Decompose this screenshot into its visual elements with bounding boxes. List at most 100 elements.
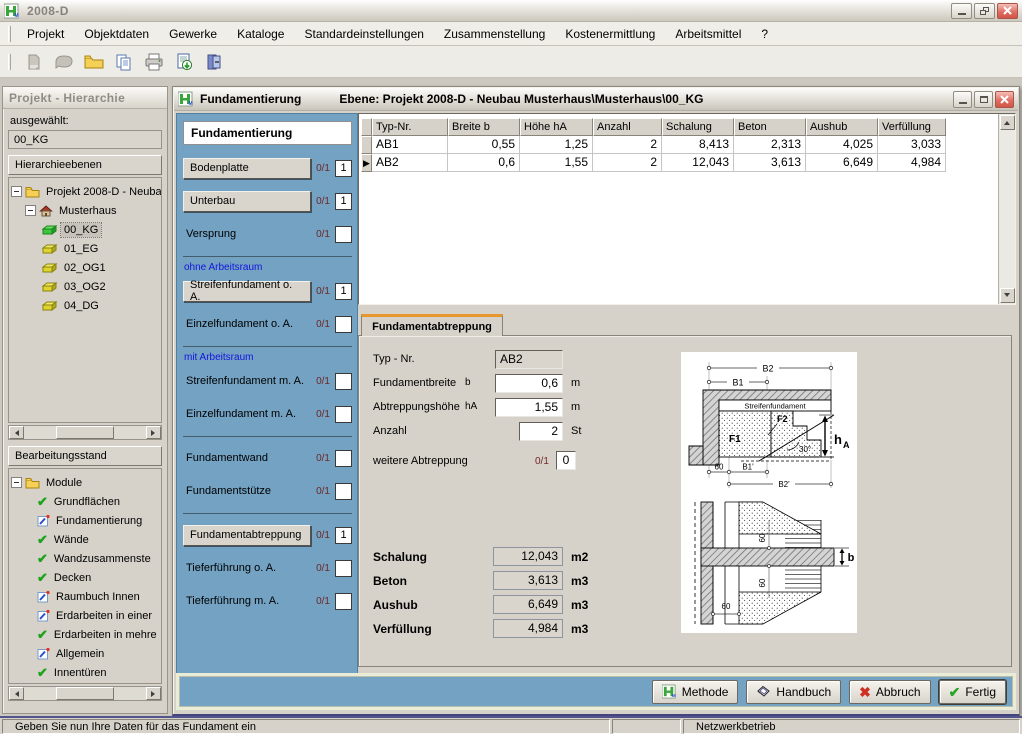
einzelfundament-oa-label[interactable]: Einzelfundament o. A. bbox=[183, 318, 311, 330]
column-header-anzahl[interactable]: Anzahl bbox=[593, 118, 662, 136]
menu-standardeinstellungen[interactable]: Standardeinstellungen bbox=[294, 24, 433, 44]
hierarchy-levels-button[interactable]: Hierarchieebenen bbox=[8, 155, 162, 175]
table-cell[interactable]: 12,043 bbox=[662, 154, 734, 172]
module-item-waende[interactable]: ✔ Wände bbox=[11, 530, 159, 549]
table-vscrollbar[interactable] bbox=[998, 114, 1015, 304]
tree-item-musterhaus[interactable]: Musterhaus bbox=[11, 201, 159, 220]
new-document-icon[interactable] bbox=[21, 49, 47, 75]
tree-item-01-eg[interactable]: 01_EG bbox=[11, 239, 159, 258]
module-item-erdarbeiten-2[interactable]: ✔ Erdarbeiten in mehre bbox=[11, 625, 159, 644]
module-item-raumbuch-innen[interactable]: Raumbuch Innen bbox=[11, 587, 159, 606]
table-cell[interactable]: 2 bbox=[593, 154, 662, 172]
table-cell[interactable]: 1,55 bbox=[520, 154, 593, 172]
table-cell[interactable]: 4,025 bbox=[806, 136, 878, 154]
scroll-left-icon[interactable] bbox=[9, 687, 24, 700]
scrollbar-thumb[interactable] bbox=[56, 687, 114, 700]
einzelfundament-oa-count-box[interactable] bbox=[335, 316, 352, 333]
copy-icon[interactable] bbox=[111, 49, 137, 75]
streifenfundament-ma-label[interactable]: Streifenfundament m. A. bbox=[183, 375, 311, 387]
app-restore-button[interactable] bbox=[974, 3, 995, 19]
table-cell[interactable]: 0,6 bbox=[448, 154, 520, 172]
menu-help[interactable]: ? bbox=[751, 24, 778, 44]
versprung-label[interactable]: Versprung bbox=[183, 228, 311, 240]
column-header-beton[interactable]: Beton bbox=[734, 118, 806, 136]
table-cell[interactable]: 1,25 bbox=[520, 136, 593, 154]
collapse-icon[interactable] bbox=[11, 186, 22, 197]
table-cell[interactable]: 6,649 bbox=[806, 154, 878, 172]
fertig-button[interactable]: ✔ Fertig bbox=[939, 680, 1006, 704]
table-cell[interactable]: 3,613 bbox=[734, 154, 806, 172]
streifenfundament-oa-count-box[interactable]: 1 bbox=[335, 283, 352, 300]
fundamentstuetze-count-box[interactable] bbox=[335, 483, 352, 500]
module-item-wandzusammenstellung[interactable]: ✔ Wandzusammenste bbox=[11, 549, 159, 568]
tab-fundamentabtreppung[interactable]: Fundamentabtreppung bbox=[361, 314, 503, 336]
tree-item-02-og1[interactable]: 02_OG1 bbox=[11, 258, 159, 277]
streifenfundament-oa-button[interactable]: Streifenfundament o. A. bbox=[183, 281, 311, 302]
print-icon[interactable] bbox=[141, 49, 167, 75]
collapse-icon[interactable] bbox=[25, 205, 36, 216]
tieferfuehrung-oa-label[interactable]: Tieferführung o. A. bbox=[183, 562, 311, 574]
einzelfundament-ma-count-box[interactable] bbox=[335, 406, 352, 423]
tree-item-04-dg[interactable]: 04_DG bbox=[11, 296, 159, 315]
module-item-fundamentierung[interactable]: Fundamentierung bbox=[11, 511, 159, 530]
export-icon[interactable] bbox=[171, 49, 197, 75]
menu-kataloge[interactable]: Kataloge bbox=[227, 24, 294, 44]
table-cell[interactable]: 8,413 bbox=[662, 136, 734, 154]
table-cell[interactable]: 2 bbox=[593, 136, 662, 154]
tree-item-module[interactable]: Module bbox=[11, 473, 159, 492]
scroll-left-icon[interactable] bbox=[9, 426, 24, 439]
fundamentbreite-input[interactable]: 0,6 bbox=[495, 374, 563, 393]
app-close-button[interactable] bbox=[997, 3, 1018, 19]
menubar-grip[interactable] bbox=[8, 26, 11, 42]
menu-arbeitsmittel[interactable]: Arbeitsmittel bbox=[665, 24, 751, 44]
table-cell[interactable]: AB2 bbox=[372, 154, 448, 172]
tree-item-03-og2[interactable]: 03_OG2 bbox=[11, 277, 159, 296]
streifenfundament-ma-count-box[interactable] bbox=[335, 373, 352, 390]
column-header-aushub[interactable]: Aushub bbox=[806, 118, 878, 136]
module-item-decken[interactable]: ✔ Decken bbox=[11, 568, 159, 587]
tree-item-project[interactable]: Projekt 2008-D - Neubau bbox=[11, 182, 159, 201]
table-cell[interactable]: 2,313 bbox=[734, 136, 806, 154]
menu-projekt[interactable]: Projekt bbox=[17, 24, 74, 44]
scroll-down-icon[interactable] bbox=[1000, 288, 1015, 303]
fundamentwand-label[interactable]: Fundamentwand bbox=[183, 452, 311, 464]
abbruch-button[interactable]: ✖ Abbruch bbox=[849, 680, 930, 704]
table-cell[interactable]: AB1 bbox=[372, 136, 448, 154]
bodenplatte-button[interactable]: Bodenplatte bbox=[183, 158, 311, 179]
toolbar-grip[interactable] bbox=[8, 54, 11, 70]
scroll-up-icon[interactable] bbox=[1000, 115, 1015, 130]
scroll-right-icon[interactable] bbox=[146, 426, 161, 439]
column-header-breite[interactable]: Breite b bbox=[448, 118, 520, 136]
column-header-typ-nr[interactable]: Typ-Nr. bbox=[372, 118, 448, 136]
menu-gewerke[interactable]: Gewerke bbox=[159, 24, 227, 44]
column-header-schalung[interactable]: Schalung bbox=[662, 118, 734, 136]
app-minimize-button[interactable] bbox=[951, 3, 972, 19]
tieferfuehrung-oa-count-box[interactable] bbox=[335, 560, 352, 577]
menu-zusammenstellung[interactable]: Zusammenstellung bbox=[434, 24, 555, 44]
menu-objektdaten[interactable]: Objektdaten bbox=[74, 24, 159, 44]
module-item-erdarbeiten-1[interactable]: Erdarbeiten in einer bbox=[11, 606, 159, 625]
scrollbar-thumb[interactable] bbox=[56, 426, 114, 439]
module-close-button[interactable] bbox=[995, 91, 1014, 108]
bodenplatte-count-box[interactable]: 1 bbox=[335, 160, 352, 177]
fundamentwand-count-box[interactable] bbox=[335, 450, 352, 467]
table-cell[interactable]: 0,55 bbox=[448, 136, 520, 154]
progress-tree-hscrollbar[interactable] bbox=[8, 686, 162, 701]
module-item-allgemein[interactable]: Allgemein bbox=[11, 644, 159, 663]
einzelfundament-ma-label[interactable]: Einzelfundament m. A. bbox=[183, 408, 311, 420]
menu-kostenermittlung[interactable]: Kostenermittlung bbox=[555, 24, 665, 44]
versprung-count-box[interactable] bbox=[335, 226, 352, 243]
scroll-right-icon[interactable] bbox=[146, 687, 161, 700]
module-minimize-button[interactable] bbox=[953, 91, 972, 108]
module-item-grundflaechen[interactable]: ✔ Grundflächen bbox=[11, 492, 159, 511]
table-cell[interactable]: 4,984 bbox=[878, 154, 946, 172]
unterbau-button[interactable]: Unterbau bbox=[183, 191, 311, 212]
weitere-abtreppung-input[interactable]: 0 bbox=[556, 451, 576, 470]
progress-panel-title[interactable]: Bearbeitungsstand bbox=[8, 446, 162, 466]
module-item-innentueren[interactable]: ✔ Innentüren bbox=[11, 663, 159, 682]
methode-button[interactable]: M Methode bbox=[652, 680, 739, 704]
handbuch-button[interactable]: Handbuch bbox=[746, 680, 841, 704]
anzahl-input[interactable]: 2 bbox=[519, 422, 563, 441]
tree-item-00-kg[interactable]: 00_KG bbox=[11, 220, 159, 239]
open-project-icon[interactable] bbox=[51, 49, 77, 75]
